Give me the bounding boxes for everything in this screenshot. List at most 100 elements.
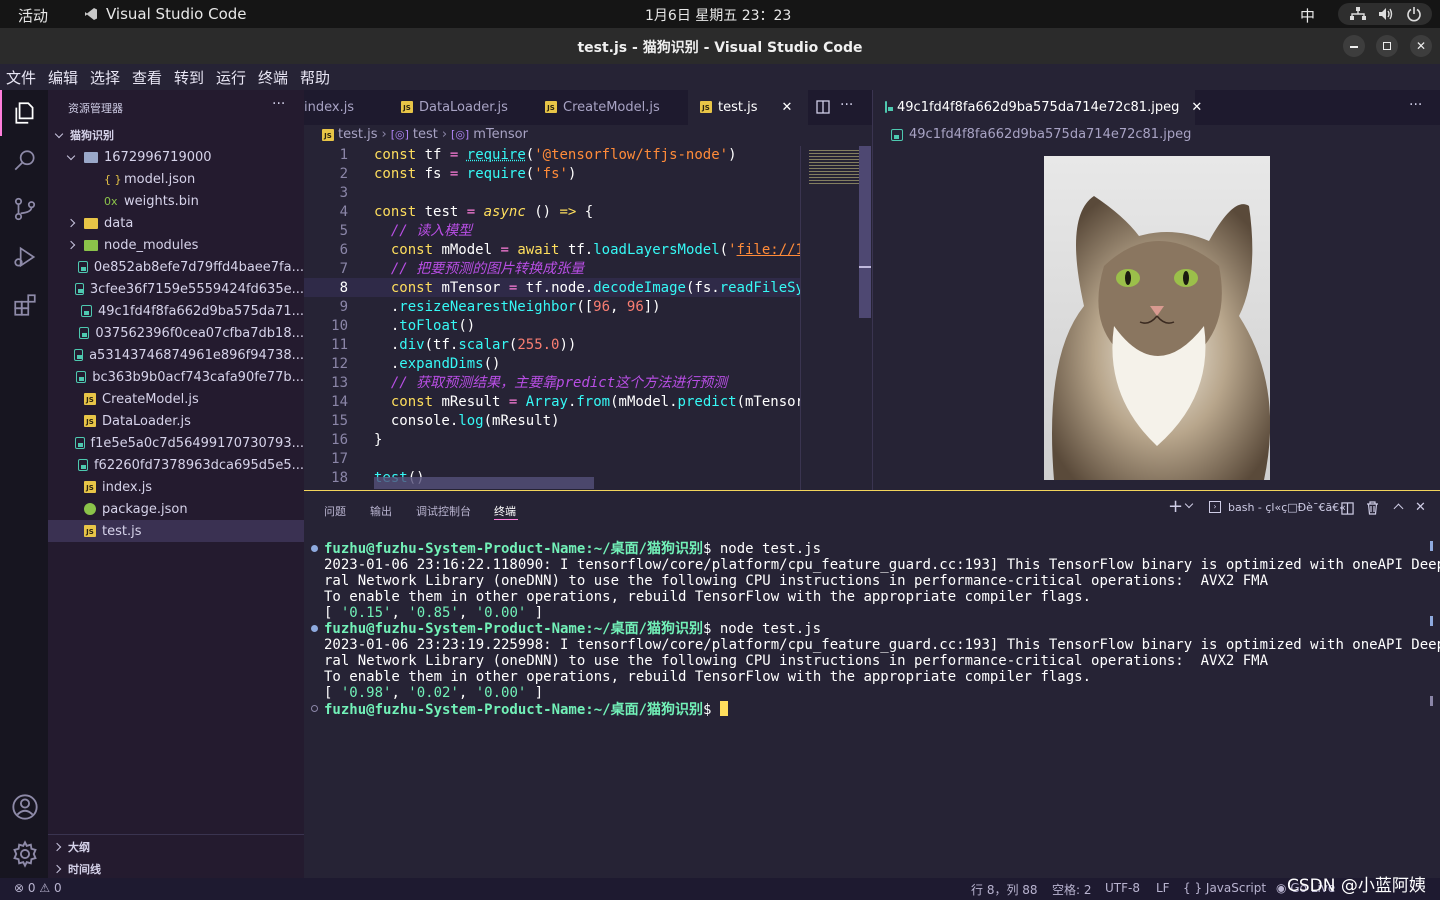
tree-item[interactable]: JS test.js — [48, 520, 304, 542]
vertical-scrollbar[interactable] — [859, 146, 871, 318]
activities-button[interactable]: 活动 — [18, 5, 48, 26]
timeline-section[interactable]: 时间线 — [48, 858, 304, 880]
menu-go[interactable]: 转到 — [174, 67, 204, 88]
breadcrumb-file[interactable]: test.js — [338, 127, 377, 142]
split-editor-icon[interactable] — [816, 100, 830, 114]
preview-more-button[interactable]: ··· — [1409, 97, 1422, 113]
input-method-indicator[interactable]: 中 — [1300, 5, 1315, 26]
tab-test-js[interactable]: JS test.js ✕ — [688, 90, 808, 125]
search-icon[interactable] — [12, 148, 38, 174]
menu-terminal[interactable]: 终端 — [258, 67, 288, 88]
tree-item[interactable]: 1672996719000 — [48, 146, 304, 168]
trash-icon[interactable] — [1366, 501, 1379, 515]
source-control-icon[interactable] — [12, 196, 38, 222]
app-menu[interactable]: Visual Studio Code — [106, 5, 247, 23]
maximize-panel-icon[interactable] — [1394, 504, 1404, 514]
preview-breadcrumb-file[interactable]: 49c1fd4f8fa662d9ba575da714e72c81.jpeg — [909, 127, 1191, 142]
menu-edit[interactable]: 编辑 — [48, 67, 78, 88]
tree-item[interactable]: a53143746874961e896f94738... — [48, 344, 304, 366]
indentation[interactable]: 空格: 2 — [1052, 881, 1092, 898]
minimap[interactable] — [800, 146, 872, 490]
tab-close-icon[interactable]: ✕ — [781, 100, 792, 115]
tree-item[interactable]: JS CreateModel.js — [48, 388, 304, 410]
line-number: 3 — [304, 184, 348, 203]
split-terminal-icon[interactable] — [1341, 502, 1354, 515]
tree-item[interactable]: 3cfee36f7159e5559424fd635e... — [48, 278, 304, 300]
tab-jpeg-preview[interactable]: 49c1fd4f8fa662d9ba575da714e72c81.jpeg ✕ — [873, 90, 1195, 125]
line-number: 9 — [304, 298, 348, 317]
tree-item[interactable]: 0e852ab8efe7d79ffd4baee7fa... — [48, 256, 304, 278]
close-panel-icon[interactable]: ✕ — [1415, 500, 1426, 515]
tree-item[interactable]: 49c1fd4f8fa662d9ba575da71... — [48, 300, 304, 322]
panel-tab-output[interactable]: 输出 — [370, 503, 392, 519]
run-debug-icon[interactable] — [12, 244, 38, 270]
problems-status[interactable]: ⊗ 0 ⚠ 0 — [14, 881, 62, 895]
code-area[interactable]: 1 const tf = require('@tensorflow/tfjs-no… — [304, 146, 800, 490]
code-line: 15 console.log(mResult) — [304, 412, 800, 431]
explorer-icon[interactable] — [12, 100, 38, 126]
close-window-button[interactable]: ✕ — [1410, 35, 1432, 57]
menu-file[interactable]: 文件 — [6, 67, 36, 88]
explorer-sidebar: 资源管理器 ··· 猫狗识别 1672996719000{ } model.jso… — [48, 90, 304, 878]
tab-createmodel-js[interactable]: JS CreateModel.js — [533, 90, 685, 124]
menu-run[interactable]: 运行 — [216, 67, 246, 88]
code-line: 16} — [304, 431, 800, 450]
scroll-position-marker — [859, 266, 871, 268]
editor-more-button[interactable]: ··· — [840, 97, 853, 113]
panel-tab-problems[interactable]: 问题 — [324, 503, 346, 519]
outline-section[interactable]: 大纲 — [48, 836, 304, 858]
tree-item[interactable]: bc363b9b0acf743cafa90fe77b... — [48, 366, 304, 388]
cat-image — [1044, 156, 1270, 480]
maximize-button[interactable] — [1376, 35, 1398, 57]
tree-item[interactable]: 0x weights.bin — [48, 190, 304, 212]
tree-item[interactable]: data — [48, 212, 304, 234]
menu-selection[interactable]: 选择 — [90, 67, 120, 88]
tree-item[interactable]: node_modules — [48, 234, 304, 256]
system-status-menu[interactable] — [1338, 3, 1432, 25]
tree-item[interactable]: { } model.json — [48, 168, 304, 190]
tab-index-js[interactable]: index.js — [304, 90, 388, 124]
close-icon: ✕ — [1416, 39, 1426, 53]
sidebar-more-button[interactable]: ··· — [272, 96, 285, 112]
image-file-icon — [79, 327, 90, 339]
tab-close-icon[interactable]: ✕ — [1191, 100, 1202, 115]
settings-gear-icon[interactable] — [11, 840, 39, 868]
tree-item[interactable]: f1e5e5a0c7d56499170730793... — [48, 432, 304, 454]
clock[interactable]: 1月6日 星期五 23：23 — [645, 5, 791, 25]
encoding[interactable]: UTF-8 — [1105, 881, 1140, 895]
tree-item-label: model.json — [124, 172, 195, 187]
panel-tab-debug-console[interactable]: 调试控制台 — [416, 503, 471, 519]
workspace-root[interactable]: 猫狗识别 — [48, 124, 304, 146]
image-file-icon — [78, 459, 88, 471]
tree-item[interactable]: 037562396f0cea07cfba7db18... — [48, 322, 304, 344]
menu-view[interactable]: 查看 — [132, 67, 162, 88]
breadcrumb: JS test.js › [◎] test › [◎] mTensor — [322, 127, 528, 142]
terminal-output[interactable]: fuzhu@fuzhu-System-Product-Name:~/桌面/猫狗识… — [304, 541, 1434, 871]
breadcrumb-symbol[interactable]: mTensor — [473, 127, 528, 142]
cursor-position[interactable]: 行 8，列 88 — [971, 881, 1038, 898]
tree-item[interactable]: f62260fd7378963dca695d5e5... — [48, 454, 304, 476]
code-text: .div(tf.scalar(255.0)) — [374, 336, 576, 355]
menu-help[interactable]: 帮助 — [300, 67, 330, 88]
json-file-icon: { } — [104, 173, 118, 186]
tab-dataloader-js[interactable]: JS DataLoader.js — [389, 90, 531, 124]
tree-item[interactable]: JS DataLoader.js — [48, 410, 304, 432]
tree-item[interactable]: JS index.js — [48, 476, 304, 498]
horizontal-scrollbar[interactable] — [374, 477, 594, 489]
extensions-icon[interactable] — [12, 292, 38, 318]
tree-item[interactable]: package.json — [48, 498, 304, 520]
terminal-shell-selector[interactable]: bash - çl«ç□Ðè¯€ã€« — [1228, 501, 1346, 514]
language-mode[interactable]: { } JavaScript — [1183, 881, 1266, 895]
accounts-icon[interactable] — [11, 793, 39, 821]
breadcrumb-separator: › — [442, 127, 447, 142]
line-number: 14 — [304, 393, 348, 412]
chevron-down-icon[interactable] — [1185, 500, 1193, 508]
minimize-button[interactable] — [1343, 35, 1365, 57]
panel-tab-terminal[interactable]: 终端 — [494, 503, 516, 519]
breadcrumb-symbol[interactable]: test — [413, 127, 438, 142]
terminal-log: 2023-01-06 23:23:19.225998: I tensorflow… — [324, 637, 1440, 653]
line-ending[interactable]: LF — [1156, 881, 1170, 895]
divider — [48, 834, 304, 835]
new-terminal-button[interactable]: + — [1168, 496, 1183, 517]
line-number: 15 — [304, 412, 348, 431]
